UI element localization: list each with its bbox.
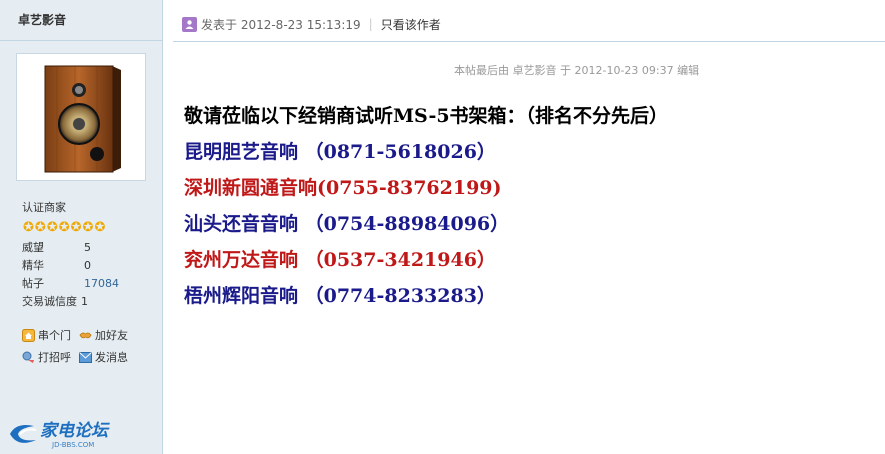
author-actions: 串个门 加好友 打招呼 发消息 <box>22 324 136 368</box>
visit-label: 串个门 <box>38 329 71 342</box>
forum-logo-domain: JD-BBS.COM <box>51 441 94 449</box>
envelope-icon <box>79 351 92 364</box>
stat-value-link[interactable]: 17084 <box>84 275 119 293</box>
stat-label: 交易诚信度 <box>22 295 77 308</box>
stat-row-reputation: 威望 5 <box>22 239 119 257</box>
author-sidebar: 卓艺影音 认证商家 ✪ ✪ ✪ ✪ ✪ ✪ ✪ 威望 5 精华 0 帖子 170… <box>0 0 163 454</box>
dealer-line: 深圳新圆通音响(0755-83762199) <box>184 177 502 199</box>
star-icon: ✪ <box>23 220 34 235</box>
star-icon: ✪ <box>58 220 70 235</box>
star-icon: ✪ <box>82 220 94 235</box>
dealer-line: 兖州万达音响 （0537-3421946） <box>184 249 496 271</box>
stat-label: 威望 <box>22 241 44 254</box>
rating-stars: ✪ ✪ ✪ ✪ ✪ ✪ ✪ <box>23 221 119 234</box>
header-divider: | <box>368 17 373 31</box>
poke-button[interactable]: 打招呼 <box>22 349 71 365</box>
poke-label: 打招呼 <box>38 351 71 364</box>
forum-logo-name: 家电论坛 <box>40 421 110 441</box>
message-button[interactable]: 发消息 <box>79 349 128 365</box>
stat-value: 0 <box>84 259 91 272</box>
handshake-icon <box>79 329 92 342</box>
add-friend-button[interactable]: 加好友 <box>79 327 128 343</box>
dealer-line: 昆明胆艺音响 （0871-5618026） <box>184 141 496 163</box>
speaker-avatar-image <box>44 65 121 173</box>
star-icon: ✪ <box>70 220 82 235</box>
stat-row-posts: 帖子 17084 <box>22 275 119 293</box>
stat-label: 帖子 <box>22 277 44 290</box>
home-icon <box>22 328 35 342</box>
author-name[interactable]: 卓艺影音 <box>0 0 162 41</box>
only-author-link[interactable]: 只看该作者 <box>381 16 441 33</box>
poke-icon <box>22 351 35 364</box>
author-meta: 认证商家 ✪ ✪ ✪ ✪ ✪ ✪ ✪ 威望 5 精华 0 帖子 17084 交易… <box>22 199 119 311</box>
stat-value: 1 <box>81 295 88 308</box>
star-icon: ✪ <box>94 220 106 235</box>
post-content: 敬请莅临以下经销商试听MS-5书架箱：（排名不分先后） 昆明胆艺音响 （0871… <box>184 100 668 316</box>
visit-button[interactable]: 串个门 <box>22 327 71 343</box>
message-label: 发消息 <box>95 351 128 364</box>
stat-value: 5 <box>84 241 91 254</box>
header-divider-line <box>173 41 885 42</box>
star-icon: ✪ <box>34 220 46 235</box>
star-icon: ✪ <box>46 220 58 235</box>
post-header: 发表于 2012-8-23 15:13:19 | 只看该作者 <box>173 14 441 34</box>
forum-logo-image: 家电论坛 JD-BBS.COM <box>10 421 110 449</box>
author-badge: 认证商家 <box>22 201 66 214</box>
forum-logo: 家电论坛 JD-BBS.COM <box>6 414 128 450</box>
post-timestamp: 发表于 2012-8-23 15:13:19 <box>201 17 361 32</box>
dealer-line: 梧州辉阳音响 （0774-8233283） <box>184 285 496 307</box>
stat-label: 精华 <box>22 259 44 272</box>
add-friend-label: 加好友 <box>95 329 128 342</box>
post-line-intro: 敬请莅临以下经销商试听MS-5书架箱：（排名不分先后） <box>184 105 669 127</box>
edit-note: 本帖最后由 卓艺影音 于 2012-10-23 09:37 编辑 <box>454 64 700 77</box>
dealer-line: 汕头还音音响 （0754-88984096） <box>184 213 510 235</box>
user-online-icon <box>182 16 197 32</box>
avatar[interactable] <box>16 53 146 181</box>
stat-row-digest: 精华 0 <box>22 257 119 275</box>
stat-row-trust: 交易诚信度 1 <box>22 293 119 311</box>
